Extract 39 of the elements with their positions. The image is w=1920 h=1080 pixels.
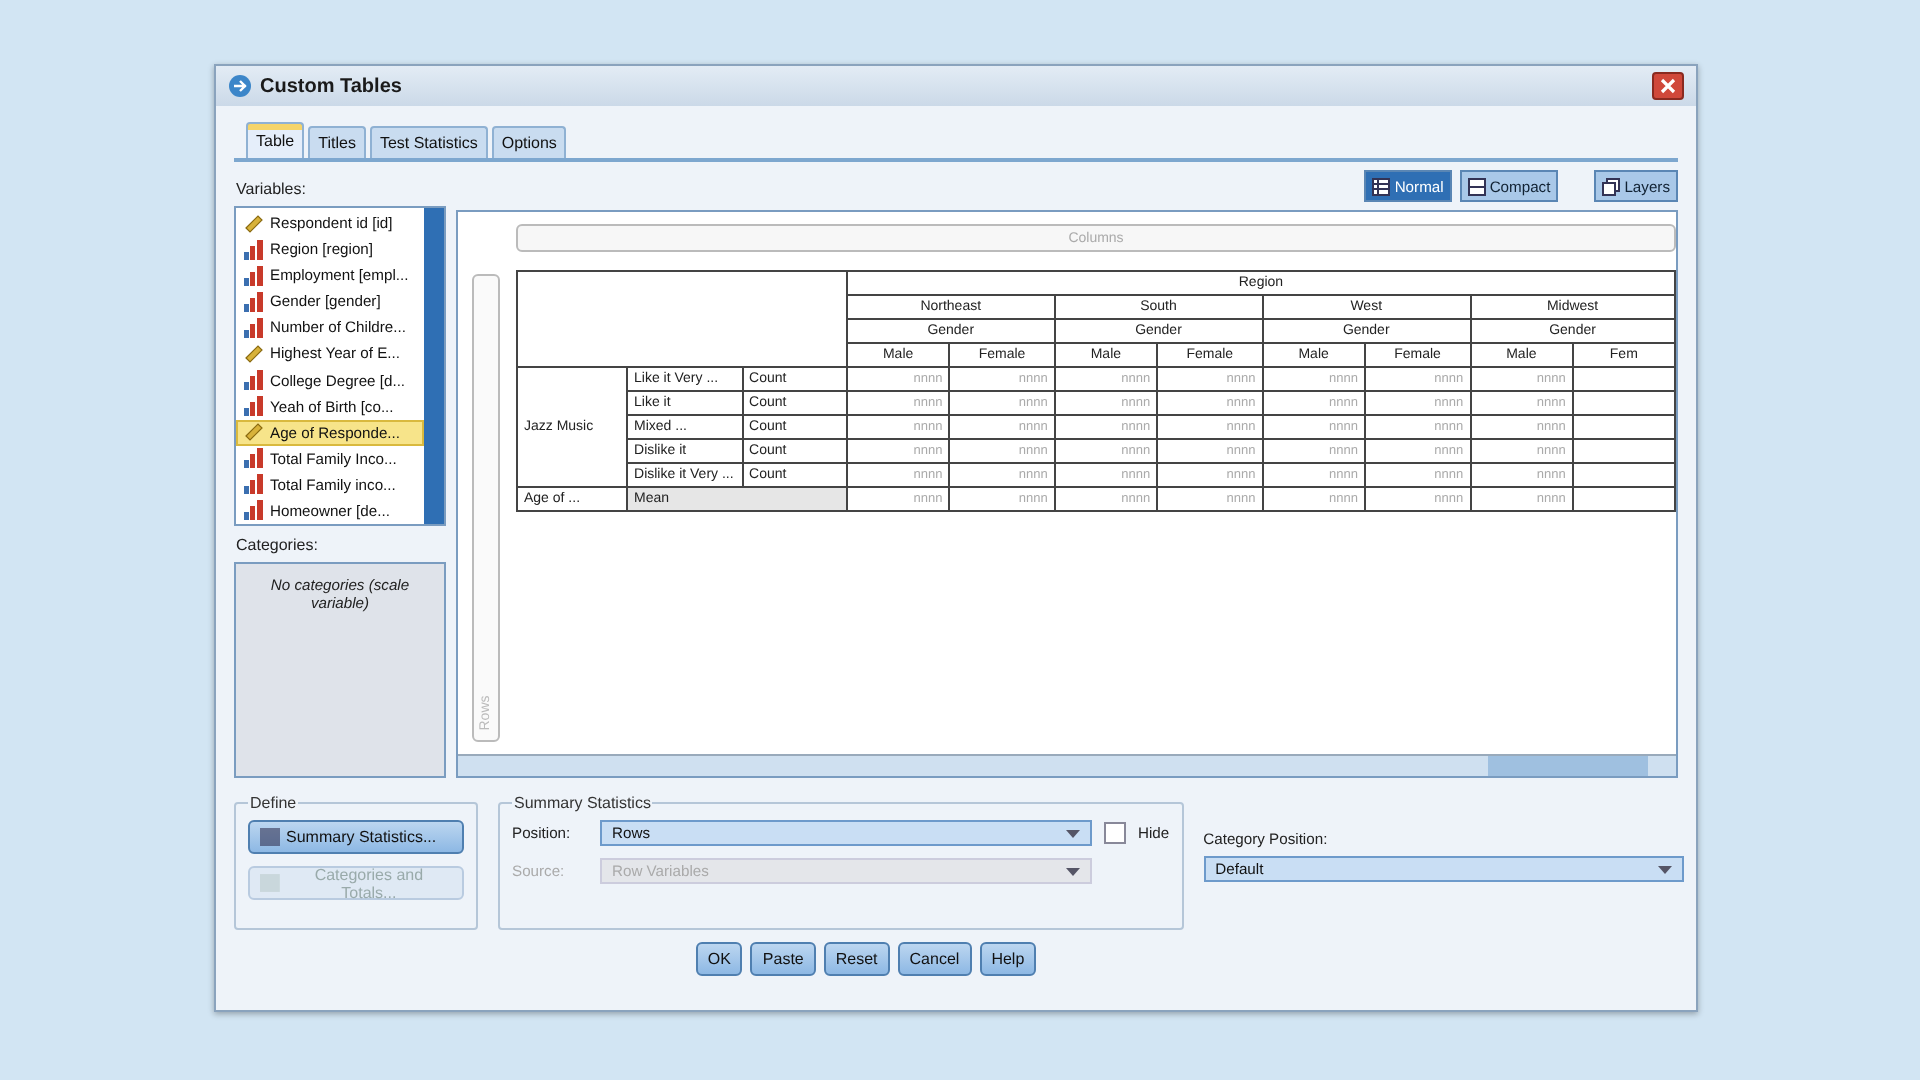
ruler-icon [244,343,264,364]
ruler-icon [244,213,264,234]
scrollbar[interactable] [424,208,444,524]
app-icon [228,74,252,98]
categories-label: Categories: [236,536,320,554]
define-button[interactable]: Summary Statistics... [248,820,464,854]
close-icon [1660,78,1676,94]
ruler-icon [244,422,264,443]
table-icon [1372,177,1391,195]
bar-chart-icon [244,317,264,338]
tab[interactable]: Options [491,126,567,158]
bar-chart-icon [244,370,264,390]
dialog-button[interactable]: OK [695,942,743,976]
caret-icon [1066,829,1080,837]
bar-chart-icon [244,239,264,260]
dialog-button[interactable]: Paste [750,942,816,976]
table-icon [1467,177,1486,195]
group-title: Summary Statistics [512,794,653,812]
dialog-button[interactable]: Reset [823,942,890,976]
tab[interactable]: Test Statistics [369,126,488,158]
bar-chart-icon [244,500,264,521]
tab[interactable]: Table [246,122,305,158]
group-title: Define [248,794,299,812]
caret-icon [1657,865,1672,873]
layers-icon [1602,177,1621,195]
bar-chart-icon [244,291,264,312]
window-title: Custom Tables [260,75,404,97]
bar-chart-icon [244,396,264,417]
bar-chart-icon [244,265,264,286]
horizontal-scrollbar[interactable] [458,754,1676,776]
dialog-button[interactable]: Cancel [897,942,972,976]
caret-icon [1066,867,1080,875]
bar-chart-icon [244,474,264,495]
dialog-button[interactable]: Help [979,942,1037,976]
bar-chart-icon [244,448,264,469]
hide-checkbox[interactable] [1104,822,1126,844]
variables-label: Variables: [236,180,308,198]
tab[interactable]: Titles [308,126,366,158]
close-button[interactable] [1652,72,1684,100]
